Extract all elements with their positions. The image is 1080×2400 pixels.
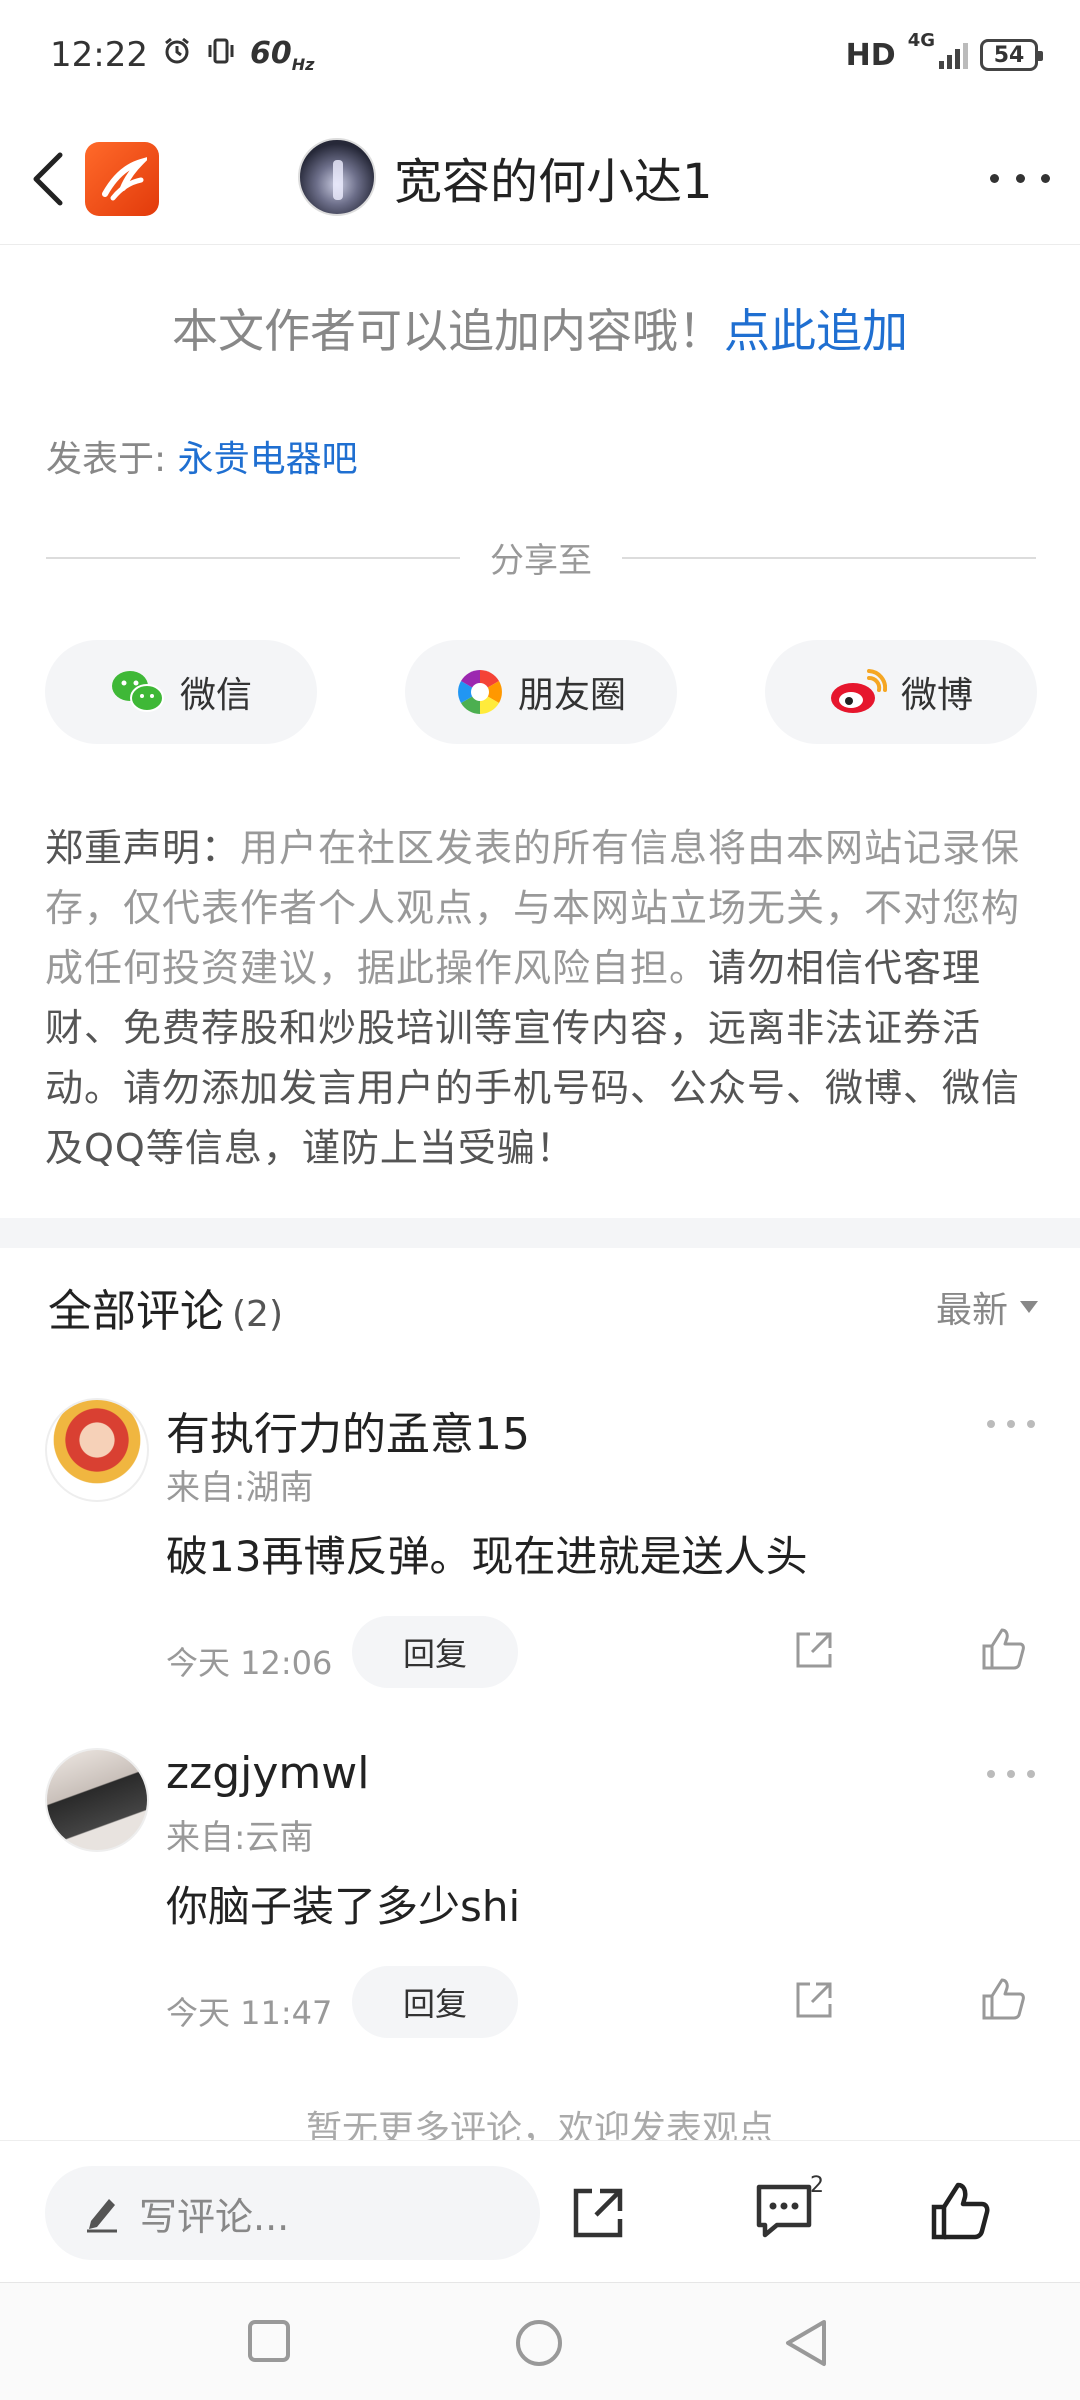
append-notice: 本文作者可以追加内容哦！点此追加 — [0, 295, 1080, 361]
comment-time: 今天 12:06 — [166, 1644, 333, 1682]
forum-link[interactable]: 永贵电器吧 — [178, 439, 358, 480]
comment-share-button[interactable] — [792, 1628, 836, 1676]
comment-item: 有执行力的孟意15 来自:湖南 破13再博反弹。现在进就是送人头 今天 12:0… — [0, 1398, 1080, 1718]
commenter-avatar[interactable] — [45, 1398, 149, 1502]
disclaimer-title: 郑重声明： — [45, 826, 241, 870]
share-moments-label: 朋友圈 — [517, 675, 626, 716]
comment-more-button[interactable] — [987, 1420, 1035, 1428]
divider-line — [46, 556, 460, 559]
recents-button[interactable] — [246, 2318, 292, 2368]
app-header: 宽容的何小达1 — [0, 110, 1080, 245]
refresh-rate: 60Hz — [249, 36, 315, 74]
triangle-back-icon — [786, 2320, 826, 2366]
posted-in: 发表于: 永贵电器吧 — [46, 430, 358, 482]
sort-label: 最新 — [935, 1290, 1008, 1331]
app-logo[interactable] — [85, 142, 159, 216]
hd-label: HD — [845, 37, 896, 73]
disclaimer: 郑重声明：用户在社区发表的所有信息将由本网站记录保存，仅代表作者个人观点，与本网… — [45, 818, 1040, 1178]
comment-count-badge: 2 — [810, 2173, 824, 2198]
alarm-icon — [162, 35, 192, 75]
like-button[interactable] — [930, 2181, 990, 2245]
share-button[interactable] — [570, 2185, 626, 2245]
section-divider — [0, 1218, 1080, 1248]
share-moments-button[interactable]: 朋友圈 — [405, 640, 677, 744]
share-icon — [573, 2188, 623, 2238]
caret-down-icon — [1020, 1301, 1038, 1313]
comment-bubble-icon — [756, 2184, 812, 2238]
back-arrow-icon — [33, 152, 63, 206]
share-wechat-label: 微信 — [179, 675, 252, 716]
share-divider: 分享至 — [46, 533, 1036, 582]
circle-icon — [516, 2320, 562, 2366]
status-bar: 12:22 60Hz HD 4G 54 — [0, 0, 1080, 110]
reply-button[interactable]: 回复 — [352, 1616, 518, 1688]
sort-dropdown[interactable]: 最新 — [936, 1281, 1038, 1333]
share-icon — [796, 1982, 832, 2018]
home-button[interactable] — [514, 2318, 564, 2372]
battery-icon: 54 — [980, 39, 1043, 71]
share-weibo-button[interactable]: 微博 — [765, 640, 1037, 744]
header-user[interactable]: 宽容的何小达1 — [298, 138, 713, 216]
share-label: 分享至 — [490, 541, 592, 581]
comments-title: 全部评论 — [48, 1286, 224, 1337]
commenter-location: 来自:湖南 — [166, 1468, 314, 1508]
more-options-button[interactable] — [990, 158, 1050, 198]
commenter-avatar[interactable] — [45, 1748, 149, 1852]
share-row: 微信 朋友圈 微博 — [45, 640, 1037, 744]
author-avatar[interactable] — [298, 138, 376, 216]
posted-in-label: 发表于: — [46, 439, 178, 480]
comment-more-button[interactable] — [987, 1770, 1035, 1778]
back-nav-button[interactable] — [782, 2318, 828, 2372]
comment-text: 破13再博反弹。现在进就是送人头 — [166, 1532, 808, 1581]
back-button[interactable] — [22, 146, 72, 212]
comment-time: 今天 11:47 — [166, 1994, 333, 2032]
no-more-comments: 暂无更多评论，欢迎发表观点 — [305, 2109, 774, 2140]
author-name[interactable]: 宽容的何小达1 — [394, 142, 713, 212]
status-time: 12:22 — [50, 35, 148, 75]
comments-button[interactable] — [755, 2183, 813, 2243]
bottom-action-bar: 写评论... 2 — [0, 2140, 1080, 2280]
wechat-icon — [111, 671, 164, 712]
pencil-icon — [87, 2199, 117, 2233]
moments-icon — [458, 670, 502, 714]
comment-text: 你脑子装了多少shi — [166, 1882, 521, 1931]
share-weibo-label: 微博 — [900, 675, 973, 716]
comment-input-placeholder: 写评论... — [139, 2194, 290, 2239]
comment-item: zzgjymwl 来自:云南 你脑子装了多少shi 今天 11:47 回复 — [0, 1748, 1080, 2068]
network-label: 4G — [907, 29, 935, 51]
weibo-icon — [830, 669, 887, 713]
comment-like-button[interactable] — [980, 1976, 1026, 2026]
commenter-name[interactable]: 有执行力的孟意15 — [166, 1398, 530, 1462]
square-icon — [248, 2320, 290, 2362]
comment-input[interactable]: 写评论... — [45, 2166, 540, 2260]
thumbs-up-icon — [982, 1628, 1025, 1670]
status-left: 12:22 60Hz — [50, 35, 314, 75]
app-logo-icon — [102, 157, 147, 201]
append-link[interactable]: 点此追加 — [724, 304, 908, 358]
share-icon — [796, 1632, 832, 1668]
comments-header: 全部评论 (2) 最新 — [48, 1275, 1038, 1339]
thumbs-up-icon — [931, 2182, 990, 2240]
status-right: HD 4G 54 — [845, 30, 1043, 73]
divider-line — [622, 556, 1036, 559]
reply-button[interactable]: 回复 — [352, 1966, 518, 2038]
append-notice-text: 本文作者可以追加内容哦！ — [172, 304, 724, 358]
signal-icon — [939, 41, 968, 69]
commenter-location: 来自:云南 — [166, 1818, 314, 1858]
comment-like-button[interactable] — [980, 1626, 1026, 1676]
share-wechat-button[interactable]: 微信 — [45, 640, 317, 744]
vibrate-icon — [206, 35, 236, 75]
system-nav-bar — [0, 2282, 1080, 2400]
comment-share-button[interactable] — [792, 1978, 836, 2026]
thumbs-up-icon — [982, 1978, 1025, 2020]
commenter-name[interactable]: zzgjymwl — [166, 1748, 369, 1799]
comments-count: (2) — [232, 1294, 283, 1335]
